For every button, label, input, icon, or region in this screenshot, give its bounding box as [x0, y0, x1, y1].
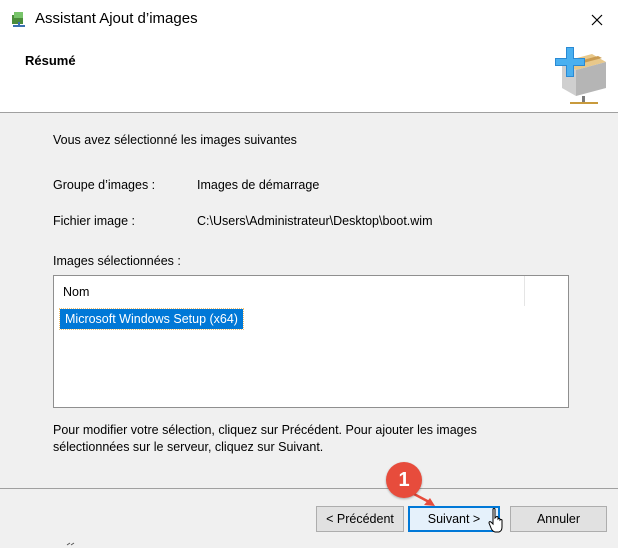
wizard-header: Résumé	[0, 40, 618, 113]
list-item[interactable]: Microsoft Windows Setup (x64)	[59, 308, 244, 330]
previous-button[interactable]: < Précédent	[316, 506, 404, 532]
footer-divider	[0, 488, 618, 489]
group-label: Groupe d’images :	[53, 178, 156, 192]
selected-images-list[interactable]: Nom Microsoft Windows Setup (x64)	[53, 275, 569, 408]
file-label: Fichier image :	[53, 214, 135, 228]
title-bar: Assistant Ajout d’images	[0, 0, 618, 40]
cancel-button[interactable]: Annuler	[510, 506, 607, 532]
step-badge: 1	[386, 462, 422, 498]
page-title: Résumé	[25, 53, 76, 68]
group-value: Images de démarrage	[197, 178, 320, 192]
window-title: Assistant Ajout d’images	[35, 10, 198, 27]
column-header-label: Nom	[63, 285, 90, 299]
file-value: C:\Users\Administrateur\Desktop\boot.wim	[197, 214, 433, 228]
selected-images-label: Images sélectionnées :	[53, 254, 181, 268]
network-wizard-icon	[12, 12, 25, 27]
column-header-name[interactable]: Nom	[54, 276, 525, 306]
hand-cursor-icon	[488, 508, 503, 533]
close-icon	[591, 14, 603, 26]
next-button[interactable]: Suivant >	[408, 506, 500, 532]
close-button[interactable]	[580, 6, 614, 34]
help-text: Pour modifier votre sélection, cliquez s…	[53, 423, 477, 454]
bottom-mark	[66, 542, 75, 546]
add-image-box-icon	[555, 47, 606, 104]
intro-text: Vous avez sélectionné les images suivant…	[53, 133, 297, 147]
